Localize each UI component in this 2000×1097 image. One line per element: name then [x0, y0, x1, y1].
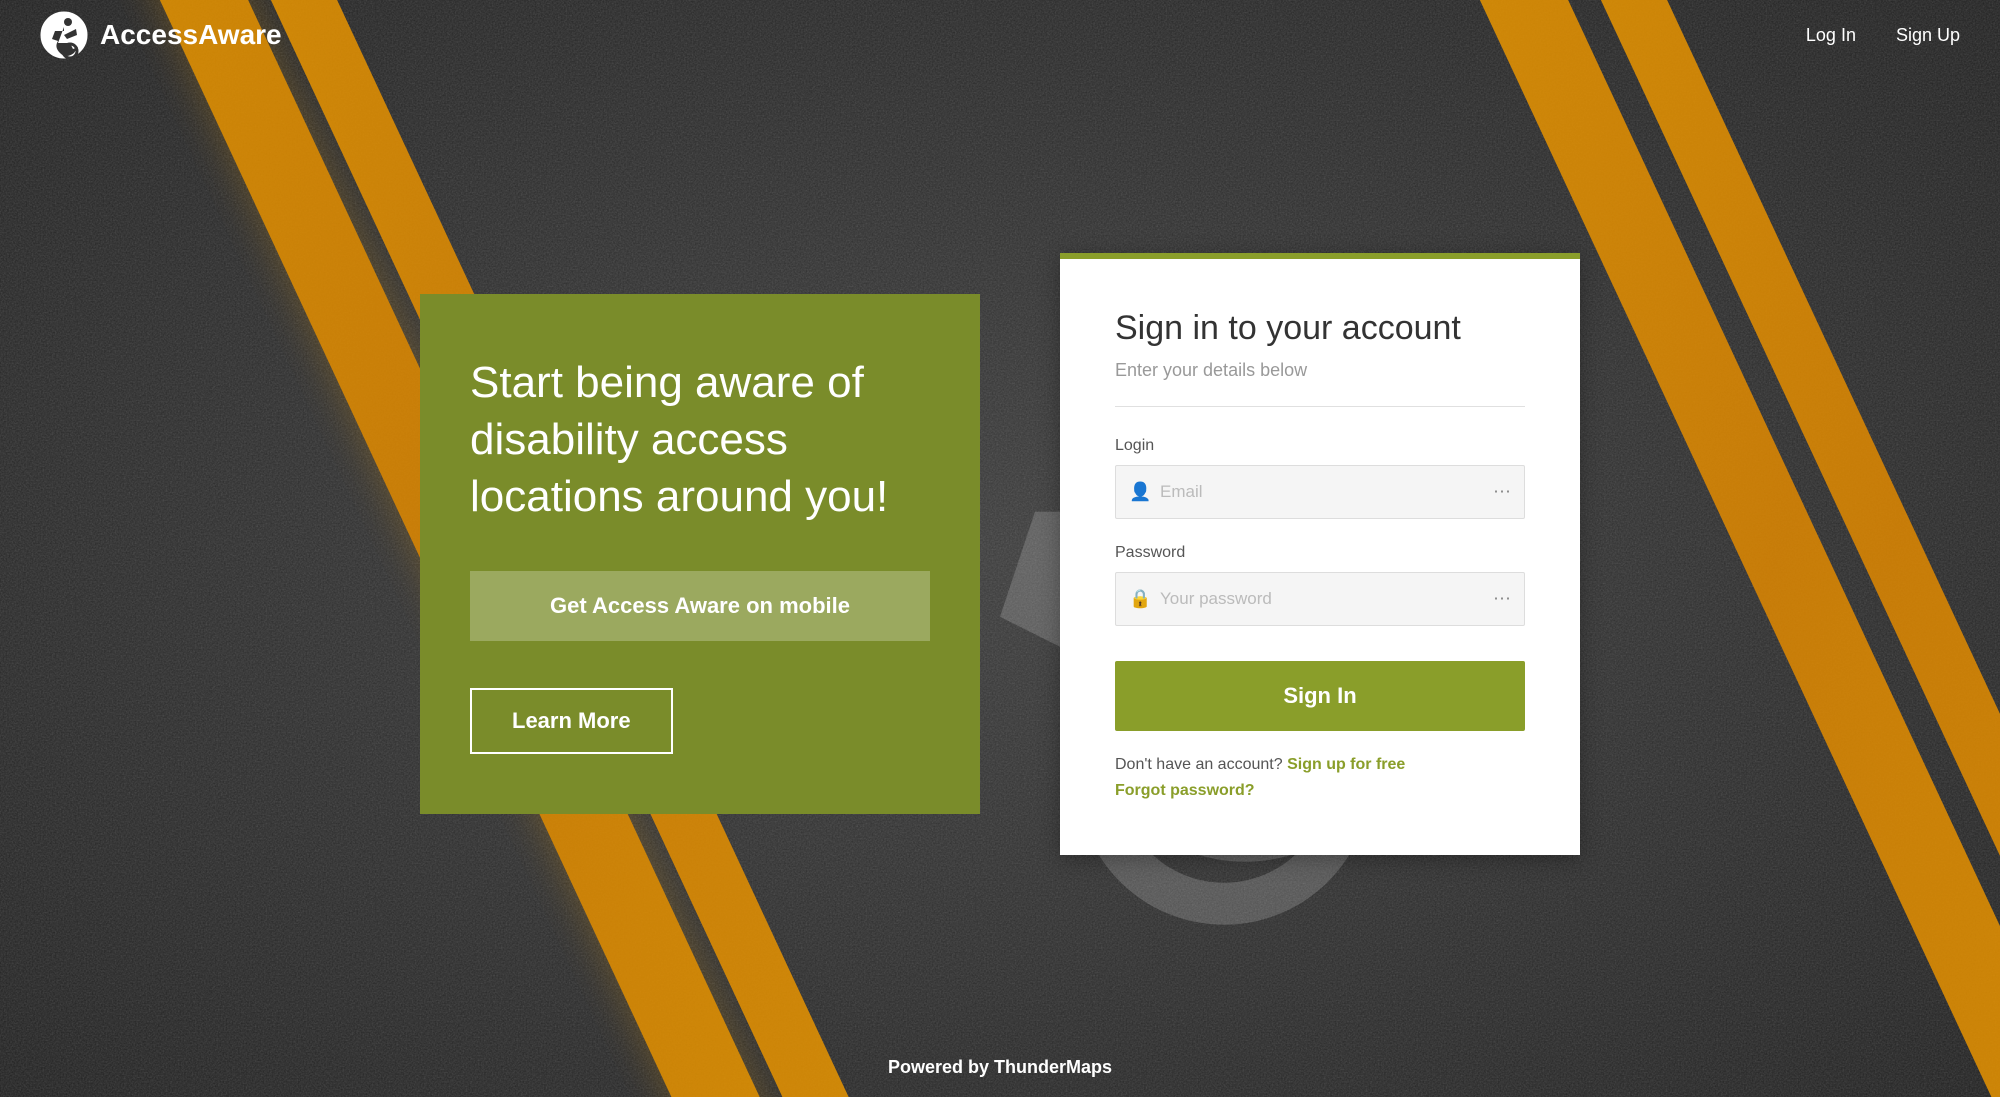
divider [1115, 406, 1525, 407]
login-title: Sign in to your account [1115, 309, 1525, 348]
email-input-wrapper: 👤 ⋯ [1115, 465, 1525, 519]
lock-icon: 🔒 [1129, 588, 1151, 609]
info-headline: Start being aware of disability access l… [470, 354, 930, 526]
password-input-wrapper: 🔒 ⋯ [1115, 572, 1525, 626]
logo-access-text: Access [100, 19, 198, 50]
nav-login-link[interactable]: Log In [1806, 25, 1856, 46]
logo-icon [40, 11, 88, 59]
signup-free-link[interactable]: Sign up for free [1287, 756, 1405, 773]
mobile-button[interactable]: Get Access Aware on mobile [470, 571, 930, 641]
nav-signup-link[interactable]: Sign Up [1896, 25, 1960, 46]
user-icon: 👤 [1129, 481, 1151, 502]
password-input[interactable] [1115, 572, 1525, 626]
logo-area: AccessAware [40, 11, 282, 59]
logo-aware-text: Aware [198, 19, 282, 50]
login-panel: Sign in to your account Enter your detai… [1060, 253, 1580, 855]
password-dots-icon: ⋯ [1493, 588, 1511, 609]
footer-text: Powered by ThunderMaps [888, 1057, 1112, 1078]
password-label: Password [1115, 544, 1525, 562]
email-dots-icon: ⋯ [1493, 481, 1511, 502]
footer: Powered by ThunderMaps [0, 1037, 2000, 1097]
navbar: AccessAware Log In Sign Up [0, 0, 2000, 70]
email-input[interactable] [1115, 465, 1525, 519]
login-subtitle: Enter your details below [1115, 360, 1525, 381]
info-panel: Start being aware of disability access l… [420, 294, 980, 814]
forgot-password-link[interactable]: Forgot password? [1115, 782, 1255, 800]
signin-button[interactable]: Sign In [1115, 661, 1525, 731]
no-account-text: Don't have an account? Sign up for free [1115, 756, 1525, 774]
nav-links: Log In Sign Up [1806, 25, 1960, 46]
logo-text: AccessAware [100, 19, 282, 51]
learn-more-button[interactable]: Learn More [470, 688, 673, 754]
main-content: Start being aware of disability access l… [0, 70, 2000, 1037]
login-label: Login [1115, 437, 1525, 455]
